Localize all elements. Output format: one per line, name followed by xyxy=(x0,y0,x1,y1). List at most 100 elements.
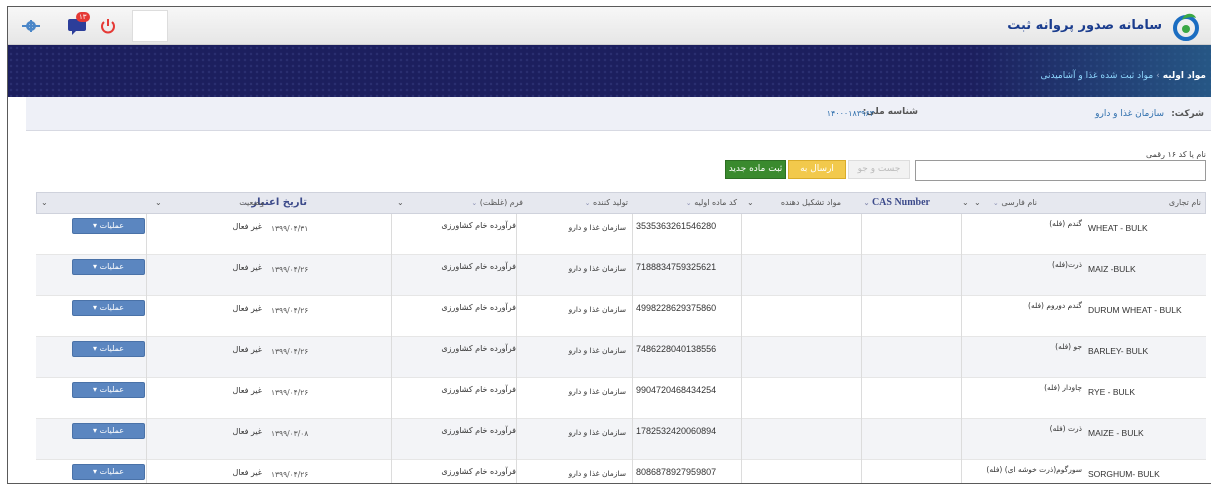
col-cas-number[interactable]: CAS Number ⌄ xyxy=(864,193,930,213)
chevron-down-icon: ⌄ xyxy=(584,199,591,207)
chevron-down-icon[interactable]: ⌄ xyxy=(397,193,404,213)
operations-label: عملیات xyxy=(99,344,124,353)
breadcrumb-root[interactable]: مواد اولیه xyxy=(1163,71,1206,81)
form-cell: فرآورده خام کشاورزی xyxy=(441,385,516,394)
column-divider xyxy=(861,255,862,296)
national-id-value: ۱۴۰۰۰۱۸۳۹۶۳ xyxy=(826,109,874,118)
material-code-cell: 7486228040138556 xyxy=(636,344,717,354)
search-label: نام یا کد ۱۶ رقمی xyxy=(1145,150,1206,159)
table-row[interactable]: RYE - BULK چاودار (فله) 9904720468434254 سا… xyxy=(36,378,1206,419)
column-divider xyxy=(516,419,517,460)
column-divider xyxy=(861,214,862,255)
column-divider xyxy=(741,337,742,378)
company-name: سازمان غذا و دارو xyxy=(1095,109,1164,119)
col-persian-name[interactable]: نام فارسی ⌄ xyxy=(993,193,1037,213)
table-row[interactable]: DURUM WHEAT - BULK گندم دوروم (فله) 499822… xyxy=(36,296,1206,337)
trade-name-cell: BARLEY- BULK xyxy=(1088,346,1149,356)
column-divider xyxy=(861,460,862,483)
material-code-cell: 3535363261546280 xyxy=(636,221,717,231)
col-code[interactable]: کد ماده اولیه ⌄ xyxy=(686,193,737,213)
settings-icon[interactable] xyxy=(22,17,40,35)
notifications-button[interactable]: ۱۳ xyxy=(68,12,90,37)
producer-cell: سازمان غذا و دارو xyxy=(568,346,626,355)
chevron-down-icon[interactable]: ⌄ xyxy=(962,193,969,213)
chevron-down-icon[interactable]: ⌄ xyxy=(155,193,162,213)
brand-title: سامانه صدور پروانه ثبت xyxy=(1007,18,1162,33)
table-row[interactable]: WHEAT - BULK گندم (فله) 3535363261546280 سا… xyxy=(36,214,1206,255)
validity-date-cell: ۱۳۹۹/۰۴/۳۱ xyxy=(271,224,309,233)
search-button[interactable]: جست و جو xyxy=(848,160,910,179)
column-divider xyxy=(146,255,147,296)
col-trade-name[interactable]: نام تجاری xyxy=(1169,193,1201,213)
column-divider xyxy=(741,255,742,296)
search-input[interactable] xyxy=(915,160,1206,181)
column-divider xyxy=(391,337,392,378)
column-divider xyxy=(632,255,633,296)
operations-dropdown-button[interactable]: عملیات ▾ xyxy=(72,382,145,398)
col-components[interactable]: مواد تشکیل دهنده xyxy=(781,193,841,213)
operations-dropdown-button[interactable]: عملیات ▾ xyxy=(72,341,145,357)
status-cell: غیر فعال xyxy=(232,386,263,395)
validity-date-cell: ۱۳۹۹/۰۳/۰۸ xyxy=(271,429,309,438)
operations-dropdown-button[interactable]: عملیات ▾ xyxy=(72,300,145,316)
column-divider xyxy=(516,214,517,255)
validity-date-cell: ۱۳۹۹/۰۴/۲۶ xyxy=(271,265,309,274)
form-cell: فرآورده خام کشاورزی xyxy=(441,467,516,476)
table-row[interactable]: MAIZE - BULK ذرت (فله) 1782532420060894 ساز… xyxy=(36,419,1206,460)
new-material-button[interactable]: ثبت ماده جدید xyxy=(725,160,786,179)
column-divider xyxy=(632,337,633,378)
column-divider xyxy=(516,460,517,483)
operations-label: عملیات xyxy=(99,262,124,271)
form-cell: فرآورده خام کشاورزی xyxy=(441,221,516,230)
operations-dropdown-button[interactable]: عملیات ▾ xyxy=(72,423,145,439)
persian-name-cell: گندم دوروم (فله) xyxy=(1028,301,1082,310)
status-cell: غیر فعال xyxy=(232,222,263,231)
status-cell: غیر فعال xyxy=(232,345,263,354)
operations-label: عملیات xyxy=(99,385,124,394)
app-window: ۱۳ سامانه صدور پروانه ثبت مواد اولیه›موا… xyxy=(7,6,1211,484)
column-divider xyxy=(961,378,962,419)
chevron-down-icon[interactable]: ⌄ xyxy=(41,193,48,213)
column-divider xyxy=(516,255,517,296)
status-cell: غیر فعال xyxy=(232,304,263,313)
producer-cell: سازمان غذا و دارو xyxy=(568,469,626,478)
column-divider xyxy=(632,296,633,337)
column-divider xyxy=(961,296,962,337)
col-form[interactable]: فرم (غلظت) ⌄ xyxy=(471,193,523,213)
trade-name-cell: MAIZ -BULK xyxy=(1088,264,1136,274)
breadcrumb: مواد اولیه›مواد ثبت شده غذا و آشامیدنی xyxy=(1040,71,1206,81)
col-persian-name-label: نام فارسی xyxy=(1001,198,1037,207)
trade-name-cell: WHEAT - BULK xyxy=(1088,223,1148,233)
material-code-cell: 4998228629375860 xyxy=(636,303,717,313)
operations-label: عملیات xyxy=(99,303,124,312)
column-divider xyxy=(741,214,742,255)
export-excel-button[interactable]: ارسال به اکسل xyxy=(788,160,846,191)
col-status[interactable]: وضعیت xyxy=(239,193,264,213)
producer-cell: سازمان غذا و دارو xyxy=(568,387,626,396)
material-code-cell: 8086878927959807 xyxy=(636,467,717,477)
persian-name-cell: سورگوم(ذرت خوشه ای) (فله) xyxy=(986,465,1082,474)
table-row[interactable]: BARLEY- BULK جو (فله) 7486228040138556 سازم… xyxy=(36,337,1206,378)
operations-dropdown-button[interactable]: عملیات ▾ xyxy=(72,218,145,234)
column-divider xyxy=(741,460,742,483)
column-divider xyxy=(516,378,517,419)
table-row[interactable]: MAIZ -BULK ذرت(فله) 7188834759325621 سازمان… xyxy=(36,255,1206,296)
validity-date-cell: ۱۳۹۹/۰۴/۲۶ xyxy=(271,470,309,479)
table-row[interactable]: SORGHUM- BULK سورگوم(ذرت خوشه ای) (فله) 80… xyxy=(36,460,1206,483)
column-divider xyxy=(146,337,147,378)
logo-icon xyxy=(1173,13,1199,41)
col-producer[interactable]: تولید کننده ⌄ xyxy=(585,193,628,213)
operations-dropdown-button[interactable]: عملیات ▾ xyxy=(72,259,145,275)
column-divider xyxy=(632,460,633,483)
column-divider xyxy=(861,419,862,460)
column-divider xyxy=(146,296,147,337)
power-icon[interactable] xyxy=(99,17,117,35)
column-divider xyxy=(391,214,392,255)
chevron-down-icon[interactable]: ⌄ xyxy=(974,193,981,213)
chevron-down-icon[interactable]: ⌄ xyxy=(747,193,754,213)
chevron-down-icon: ⌄ xyxy=(685,199,692,207)
persian-name-cell: ذرت(فله) xyxy=(1052,260,1082,269)
producer-cell: سازمان غذا و دارو xyxy=(568,305,626,314)
operations-dropdown-button[interactable]: عملیات ▾ xyxy=(72,464,145,480)
column-divider xyxy=(391,460,392,483)
